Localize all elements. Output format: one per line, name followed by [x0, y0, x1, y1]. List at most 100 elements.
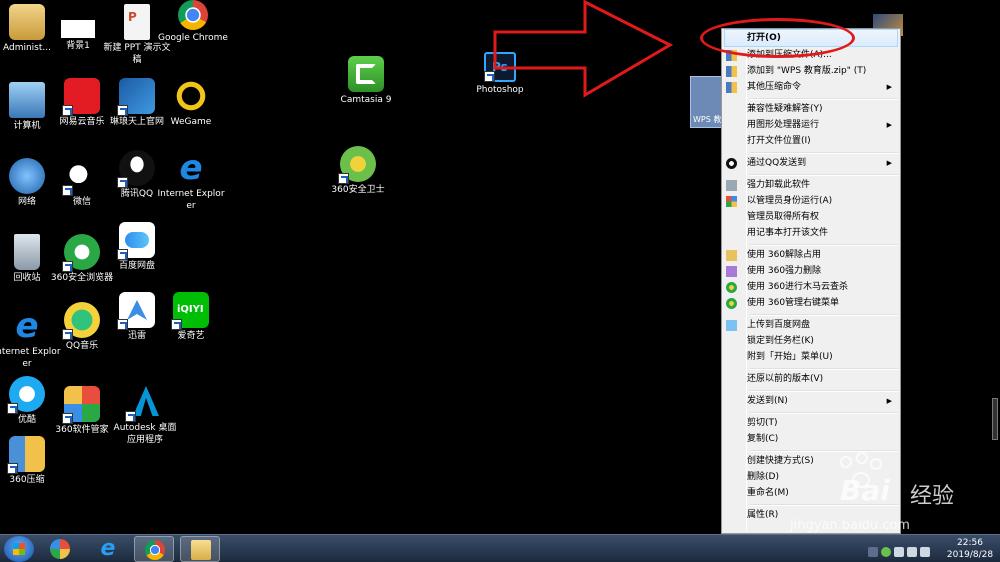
desktop-icon-wegame[interactable]: WeGame: [156, 78, 226, 128]
arrow-up-icon[interactable]: [868, 547, 878, 557]
menu-item[interactable]: 管理员取得所有权: [722, 209, 900, 225]
red-arrow-annotation: [493, 0, 674, 98]
desktop-icon-label: Camtasia 9: [340, 95, 392, 105]
image-file-icon: [61, 20, 95, 38]
desktop-icon-label: 360软件管家: [55, 425, 109, 435]
autodesk-icon: [125, 384, 163, 422]
menu-item[interactable]: 通过QQ发送到 ▶: [722, 155, 900, 171]
start-button[interactable]: [4, 536, 34, 562]
desktop-icon-label: Google Chrome: [158, 33, 228, 43]
menu-item-label: 用记事本打开该文件: [747, 228, 829, 238]
menu-item-label: 强力卸载此软件: [747, 180, 811, 190]
xunlei-icon: [117, 292, 155, 330]
menu-item-label: 其他压缩命令: [747, 82, 802, 92]
desktop-icon-label: WeGame: [170, 117, 212, 127]
submenu-arrow-icon: ▶: [886, 121, 892, 129]
menu-item[interactable]: 剪切(T): [722, 415, 900, 431]
menu-item[interactable]: 上传到百度网盘: [722, 317, 900, 333]
menu-item-label: 复制(C): [747, 434, 779, 444]
menu-item[interactable]: 以管理员身份运行(A): [722, 193, 900, 209]
menu-item[interactable]: 使用 360进行木马云查杀: [722, 279, 900, 295]
desktop-icon-autodesk[interactable]: Autodesk 桌面应用程序: [110, 384, 180, 446]
desktop-icon-label: 360安全卫士: [331, 185, 385, 195]
menu-item-label: 使用 360强力删除: [747, 266, 822, 276]
ppt-file-icon: P: [124, 4, 150, 40]
computer-icon: [9, 82, 45, 118]
netease-music-icon: [62, 78, 100, 116]
360-scan-icon: [726, 282, 737, 293]
menu-item[interactable]: 附到「开始」菜单(U): [722, 349, 900, 365]
red-ellipse-annotation: [700, 18, 855, 58]
watermark-url: jingyan.baidu.com: [790, 518, 910, 533]
menu-item[interactable]: 使用 360强力删除: [722, 263, 900, 279]
menu-item-label: 使用 360管理右键菜单: [747, 298, 840, 308]
system-tray[interactable]: [868, 542, 948, 557]
desktop-icon-iqiyi[interactable]: iQIYI 爱奇艺: [156, 292, 226, 342]
menu-item-label: 以管理员身份运行(A): [747, 196, 833, 206]
menu-item[interactable]: 使用 360解除占用: [722, 247, 900, 263]
folder-lock-icon: [726, 250, 737, 261]
menu-item[interactable]: 打开文件位置(I): [722, 133, 900, 149]
menu-item-label: 打开文件位置(I): [747, 136, 811, 146]
camtasia-icon: [348, 56, 384, 92]
menu-item-label: 属性(R): [747, 510, 779, 520]
desktop-icon-label: 爱奇艺: [177, 331, 205, 341]
wegame-icon: [173, 78, 209, 114]
menu-item-label: 锁定到任务栏(K): [747, 336, 814, 346]
menu-item[interactable]: 使用 360管理右键菜单: [722, 295, 900, 311]
menu-item-label: 上传到百度网盘: [747, 320, 811, 330]
volume-icon[interactable]: [920, 547, 930, 557]
desktop-icon-label: 360压缩: [9, 475, 45, 485]
menu-item[interactable]: 用记事本打开该文件: [722, 225, 900, 241]
menu-item-label: 发送到(N): [747, 396, 788, 406]
menu-item-label: 重命名(M): [747, 488, 789, 498]
menu-item[interactable]: 强力卸载此软件: [722, 177, 900, 193]
baidu-cloud-icon: [726, 320, 737, 331]
desktop-icon-label: 360安全浏览器: [50, 273, 114, 283]
recycle-bin-icon: [14, 234, 40, 270]
menu-item-label: 使用 360解除占用: [747, 250, 822, 260]
menu-item-label: 附到「开始」菜单(U): [747, 352, 833, 362]
360-safe-icon: [338, 146, 376, 184]
desktop-icon-chrome[interactable]: Google Chrome: [158, 0, 228, 44]
desktop-icon-ie-1[interactable]: e Internet Explorer: [156, 150, 226, 212]
taskbar-ie[interactable]: e: [88, 536, 128, 562]
desktop-icon-360-software[interactable]: 360软件管家: [47, 386, 117, 436]
desktop-icon-label: Autodesk 桌面应用程序: [113, 423, 177, 445]
menu-item[interactable]: 其他压缩命令 ▶: [722, 79, 900, 95]
wechat-icon: [62, 158, 100, 196]
desktop-icon-label: 新建 PPT 演示文稿: [103, 43, 171, 65]
ie-icon: e: [100, 536, 116, 561]
network-signal-icon[interactable]: [894, 547, 904, 557]
chrome-icon: [178, 0, 208, 30]
menu-item-label: 删除(D): [747, 472, 779, 482]
360-safe-tray-icon[interactable]: [881, 547, 891, 557]
desktop-icon-wps-selected[interactable]: WPS 教: [690, 76, 724, 128]
360-zip-icon: [7, 436, 45, 474]
menu-item[interactable]: 添加到 "WPS 教育版.zip" (T): [722, 63, 900, 79]
desktop-icon-360-safe[interactable]: 360安全卫士: [323, 146, 393, 196]
menu-item[interactable]: 用图形处理器运行 ▶: [722, 117, 900, 133]
menu-item[interactable]: 复制(C): [722, 431, 900, 447]
desktop-icon-camtasia[interactable]: Camtasia 9: [331, 56, 401, 106]
tianshang-icon: [117, 78, 155, 116]
zip-icon: [726, 82, 737, 93]
qq-small-icon: [726, 158, 737, 169]
menu-item-label: 用图形处理器运行: [747, 120, 820, 130]
menu-item[interactable]: 还原以前的版本(V): [722, 371, 900, 387]
taskbar-explorer[interactable]: [180, 536, 220, 562]
menu-item-label: 添加到 "WPS 教育版.zip" (T): [747, 66, 867, 76]
battery-icon[interactable]: [907, 547, 917, 557]
menu-item[interactable]: 锁定到任务栏(K): [722, 333, 900, 349]
taskbar-360-app[interactable]: [40, 536, 80, 562]
menu-item[interactable]: 兼容性疑难解答(Y): [722, 101, 900, 117]
ie-icon: e: [179, 148, 203, 188]
desktop-icon-360zip[interactable]: 360压缩: [0, 436, 62, 486]
menu-item-label: 兼容性疑难解答(Y): [747, 104, 823, 114]
scroll-indicator: [992, 398, 998, 440]
desktop-icon-baidu-netdisk[interactable]: 百度网盘: [102, 222, 172, 272]
network-icon: [9, 158, 45, 194]
taskbar-chrome[interactable]: [134, 536, 174, 562]
menu-item[interactable]: 发送到(N) ▶: [722, 393, 900, 409]
360-browser-icon: [62, 234, 100, 272]
